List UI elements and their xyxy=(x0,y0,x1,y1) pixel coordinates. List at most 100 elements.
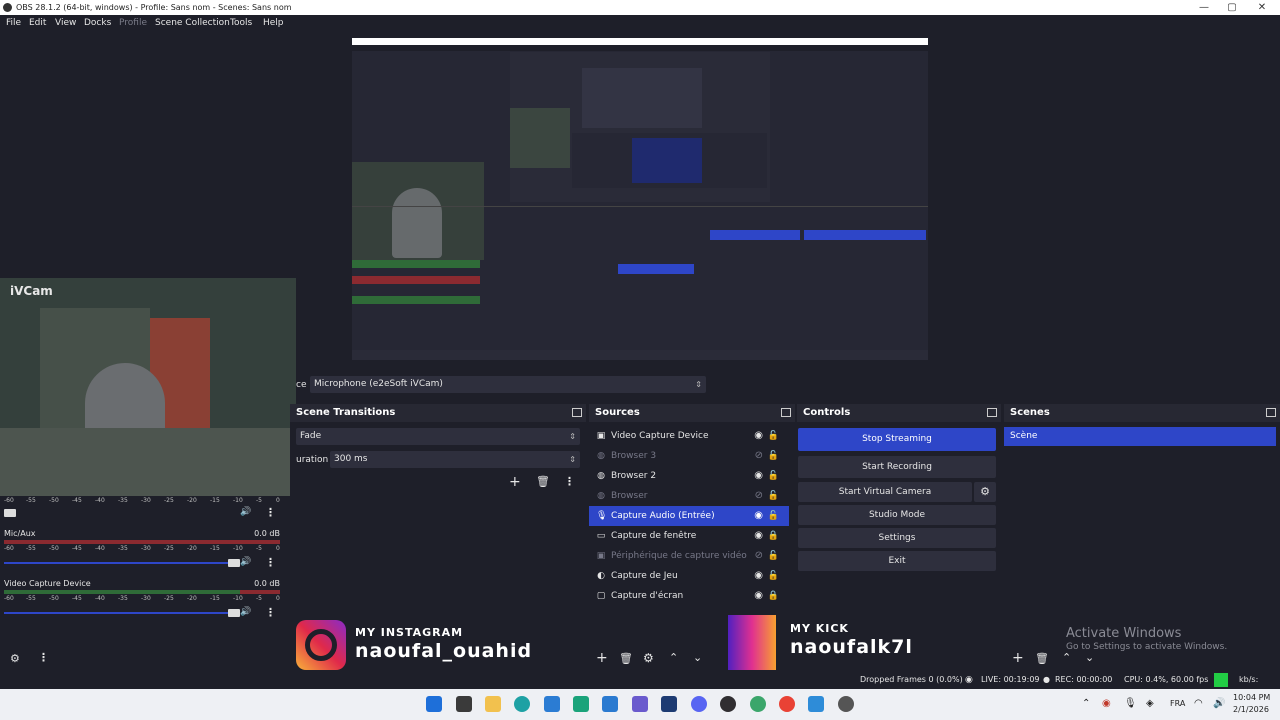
menu-docks[interactable]: Docks xyxy=(84,15,111,32)
scene-move-down-icon[interactable]: ⌄ xyxy=(1085,651,1094,664)
tray-network-icon[interactable]: ◈ xyxy=(1146,698,1154,709)
move-up-icon[interactable]: ⌃ xyxy=(669,651,678,664)
maximize-button[interactable]: ▢ xyxy=(1216,0,1248,15)
edge-icon[interactable] xyxy=(514,696,530,712)
speaker-icon[interactable]: 🔊 xyxy=(240,507,251,517)
lock-icon[interactable]: 🔒 xyxy=(768,586,779,606)
tray-microphone-icon[interactable]: 🎙 xyxy=(1124,698,1137,709)
source-item[interactable]: ▣ Périphérique de capture vidéo ⊘ 🔓 xyxy=(589,546,789,566)
device-select[interactable]: Microphone (e2eSoft iVCam) ⇕ xyxy=(310,376,706,393)
close-button[interactable]: ✕ xyxy=(1246,0,1278,15)
channel-menu-icon[interactable]: ⋮ xyxy=(265,556,276,569)
eye-icon[interactable]: ◉ xyxy=(754,426,763,446)
eye-hidden-icon[interactable]: ⊘ xyxy=(755,486,763,506)
source-item[interactable]: ◍ Browser 2 ◉ 🔓 xyxy=(589,466,789,486)
volume-slider[interactable] xyxy=(4,609,240,617)
channel-menu-icon[interactable]: ⋮ xyxy=(265,606,276,619)
start-recording-button[interactable]: Start Recording xyxy=(798,456,996,478)
discord-icon[interactable] xyxy=(691,696,707,712)
tray-chevron-icon[interactable]: ⌃ xyxy=(1082,698,1090,709)
menu-scene-collection[interactable]: Scene Collection xyxy=(155,15,230,32)
undock-icon[interactable] xyxy=(781,408,791,417)
source-properties-icon[interactable]: ⚙ xyxy=(643,651,654,665)
teams-icon[interactable] xyxy=(632,696,648,712)
eye-icon[interactable]: ◉ xyxy=(754,466,763,486)
clock-time[interactable]: 10:04 PM xyxy=(1233,693,1270,702)
language-indicator[interactable]: FRA xyxy=(1170,699,1185,708)
unlock-icon[interactable]: 🔓 xyxy=(768,506,779,526)
undock-icon[interactable] xyxy=(572,408,582,417)
menu-file[interactable]: File xyxy=(6,15,21,32)
task-view-icon[interactable] xyxy=(456,696,472,712)
transition-menu-icon[interactable]: ⋮ xyxy=(564,475,575,488)
unlock-icon[interactable]: 🔓 xyxy=(768,546,779,566)
source-item[interactable]: ◍ Browser 3 ⊘ 🔓 xyxy=(589,446,789,466)
studio-mode-button[interactable]: Studio Mode xyxy=(798,505,996,525)
duration-spinbox[interactable]: 300 ms ⇕ xyxy=(330,451,580,468)
source-item[interactable]: ▣ Video Capture Device ◉ 🔓 xyxy=(589,426,789,446)
volume-slider[interactable] xyxy=(4,509,16,517)
remove-scene-icon[interactable]: 🗑 xyxy=(1035,652,1049,665)
volume-slider-knob[interactable] xyxy=(228,559,240,567)
virtual-camera-settings-icon[interactable]: ⚙ xyxy=(974,482,996,502)
eye-icon[interactable]: ◉ xyxy=(754,506,763,526)
source-item[interactable]: ▢ Capture d'écran ◉ 🔒 xyxy=(589,586,789,606)
settings-button[interactable]: Settings xyxy=(798,528,996,548)
menu-edit[interactable]: Edit xyxy=(29,15,46,32)
add-transition-icon[interactable]: + xyxy=(509,474,521,490)
scene-move-up-icon[interactable]: ⌃ xyxy=(1062,651,1071,664)
copilot-icon[interactable] xyxy=(573,696,589,712)
unlock-icon[interactable]: 🔓 xyxy=(768,446,779,466)
add-source-icon[interactable]: + xyxy=(596,650,608,666)
remove-transition-icon[interactable]: 🗑 xyxy=(536,475,550,488)
obs-taskbar-icon[interactable] xyxy=(720,696,736,712)
source-item[interactable]: ◐ Capture de Jeu ◉ 🔓 xyxy=(589,566,789,586)
app-icon[interactable] xyxy=(808,696,824,712)
vscode-icon[interactable] xyxy=(602,696,618,712)
volume-slider[interactable] xyxy=(4,559,240,567)
menu-help[interactable]: Help xyxy=(263,15,284,32)
menu-profile[interactable]: Profile xyxy=(119,15,147,32)
add-scene-icon[interactable]: + xyxy=(1012,650,1024,666)
source-item[interactable]: ◍ Browser ⊘ 🔓 xyxy=(589,486,789,506)
unlock-icon[interactable]: 🔓 xyxy=(768,466,779,486)
tray-wifi-icon[interactable]: ◠ xyxy=(1194,698,1203,709)
volume-slider-knob[interactable] xyxy=(4,509,16,517)
unlock-icon[interactable]: 🔓 xyxy=(768,566,779,586)
unlock-icon[interactable]: 🔓 xyxy=(768,426,779,446)
tray-volume-icon[interactable]: 🔊 xyxy=(1213,698,1225,709)
undock-icon[interactable] xyxy=(987,408,997,417)
settings-taskbar-icon[interactable] xyxy=(838,696,854,712)
volume-slider-knob[interactable] xyxy=(228,609,240,617)
undock-icon[interactable] xyxy=(1266,408,1276,417)
app-icon[interactable] xyxy=(661,696,677,712)
eye-icon[interactable]: ◉ xyxy=(754,586,763,606)
chrome-icon[interactable] xyxy=(779,696,795,712)
stop-streaming-button[interactable]: Stop Streaming xyxy=(798,428,996,451)
tray-app-icon[interactable]: ◉ xyxy=(1102,698,1111,709)
eye-icon[interactable]: ◉ xyxy=(754,566,763,586)
scene-item[interactable]: Scène xyxy=(1004,427,1276,446)
remove-source-icon[interactable]: 🗑 xyxy=(619,652,633,665)
speaker-icon[interactable]: 🔊 xyxy=(240,607,251,617)
clock-date[interactable]: 2/1/2026 xyxy=(1233,705,1269,714)
move-down-icon[interactable]: ⌄ xyxy=(693,651,702,664)
exit-button[interactable]: Exit xyxy=(798,551,996,571)
eye-hidden-icon[interactable]: ⊘ xyxy=(755,446,763,466)
channel-menu-icon[interactable]: ⋮ xyxy=(265,506,276,519)
spin-arrows-icon[interactable]: ⇕ xyxy=(569,451,576,468)
unlock-icon[interactable]: 🔓 xyxy=(768,486,779,506)
mixer-menu-icon[interactable]: ⋮ xyxy=(38,651,49,664)
transition-select[interactable]: Fade ⇕ xyxy=(296,428,580,445)
menu-view[interactable]: View xyxy=(55,15,76,32)
eye-icon[interactable]: ◉ xyxy=(754,526,763,546)
eye-hidden-icon[interactable]: ⊘ xyxy=(755,546,763,566)
start-icon[interactable] xyxy=(426,696,442,712)
mail-icon[interactable] xyxy=(544,696,560,712)
start-virtual-camera-button[interactable]: Start Virtual Camera xyxy=(798,482,972,502)
speaker-icon[interactable]: 🔊 xyxy=(240,557,251,567)
file-explorer-icon[interactable] xyxy=(485,696,501,712)
menu-tools[interactable]: Tools xyxy=(230,15,252,32)
app-icon[interactable] xyxy=(750,696,766,712)
source-item-selected[interactable]: 🎙 Capture Audio (Entrée) ◉ 🔓 xyxy=(589,506,789,526)
